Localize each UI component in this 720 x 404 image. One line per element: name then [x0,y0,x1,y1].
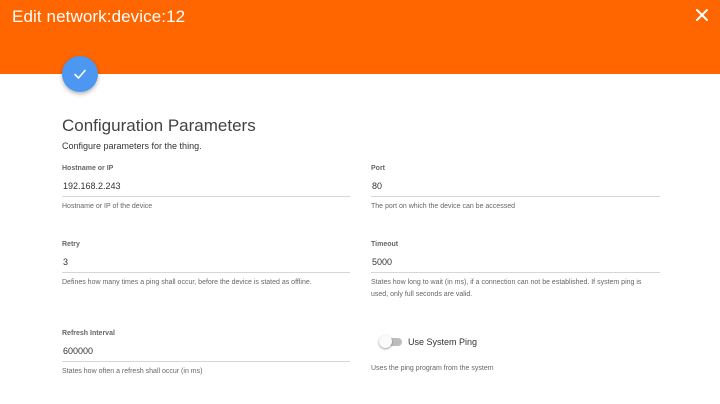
page-title: Edit network:device:12 [12,7,186,26]
timeout-field: Timeout States how long to wait (in ms),… [371,241,660,305]
timeout-input[interactable] [371,254,660,273]
hostname-label: Hostname or IP [62,165,114,172]
retry-field: Retry Defines how many times a ping shal… [62,241,350,291]
toggle-track[interactable] [379,335,402,348]
close-button[interactable] [692,5,712,25]
refresh-interval-input[interactable] [62,343,350,362]
retry-help: Defines how many times a ping shall occu… [62,279,312,286]
toggle-knob[interactable] [379,335,392,348]
section-description: Configure parameters for the thing. [62,141,202,151]
system-ping-help: Uses the ping program from the system [371,365,494,372]
port-label: Port [371,165,385,172]
refresh-interval-field: Refresh Interval States how often a refr… [62,330,350,380]
section-title: Configuration Parameters [62,116,256,135]
hostname-input[interactable] [62,178,350,197]
port-field: Port The port on which the device can be… [371,165,660,215]
timeout-label: Timeout [371,241,399,248]
port-help: The port on which the device can be acce… [371,203,515,210]
retry-input[interactable] [62,254,350,273]
port-input[interactable] [371,178,660,197]
system-ping-toggle[interactable]: Use System Ping [379,335,478,348]
hostname-help: Hostname or IP of the device [62,203,153,210]
timeout-help: States how long to wait (in ms), if a co… [371,279,642,298]
save-button[interactable] [62,56,98,92]
refresh-interval-label: Refresh Interval [62,330,115,337]
close-icon [696,9,708,21]
refresh-interval-help: States how often a refresh shall occur (… [62,368,203,375]
system-ping-label: Use System Ping [408,337,478,347]
header-bar: Edit network:device:12 [0,0,720,74]
hostname-field: Hostname or IP Hostname or IP of the dev… [62,165,350,215]
retry-label: Retry [62,241,80,248]
check-icon [74,69,86,79]
